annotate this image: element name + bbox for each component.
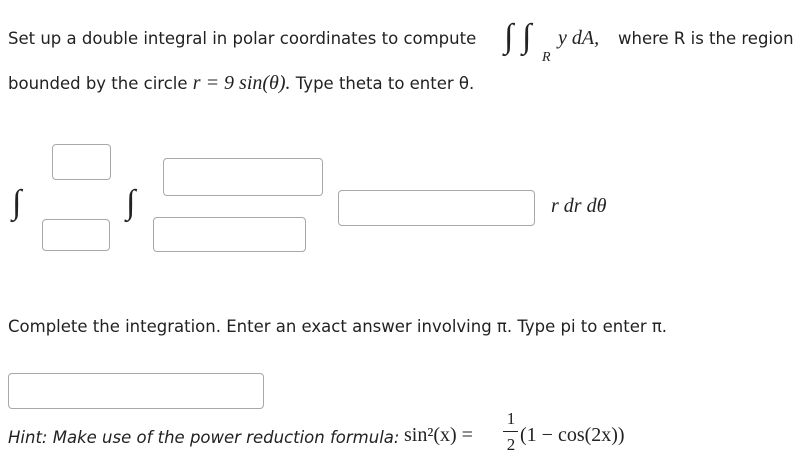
- part2-instruction: Complete the integration. Enter an exact…: [8, 317, 668, 336]
- double-integral-symbol-2: ∫: [522, 18, 532, 55]
- outer-integral-symbol: ∫: [12, 184, 22, 221]
- inner-lower-limit-input[interactable]: [153, 217, 306, 252]
- hint-fraction-bar: [503, 431, 518, 432]
- problem-text-line2-suffix: Type theta to enter θ.: [295, 74, 475, 93]
- problem-line-1: Set up a double integral in polar coordi…: [8, 28, 476, 50]
- hint-fraction-numerator: 1: [506, 409, 516, 428]
- hint-lhs: sin²(x) =: [404, 424, 473, 446]
- problem-line-2: bounded by the circle r = 9 sin(θ). Type…: [8, 72, 474, 95]
- double-integral-symbol-1: ∫: [504, 18, 514, 55]
- problem-text-line2: bounded by the circle: [8, 74, 188, 93]
- outer-upper-limit-input[interactable]: [52, 144, 111, 180]
- answer-input[interactable]: [8, 373, 264, 409]
- hint-text: Hint: Make use of the power reduction fo…: [8, 428, 400, 447]
- outer-lower-limit-input[interactable]: [42, 219, 110, 251]
- hint-rhs: (1 − cos(2x)): [520, 424, 625, 446]
- inner-integral-symbol: ∫: [126, 184, 136, 221]
- problem-text-prefix: Set up a double integral in polar coordi…: [8, 29, 477, 48]
- differential-label: r dr dθ: [551, 195, 607, 217]
- region-subscript: R: [542, 50, 551, 65]
- inner-upper-limit-input[interactable]: [163, 158, 323, 196]
- circle-equation: r = 9 sin(θ).: [192, 72, 291, 94]
- integrand-input[interactable]: [338, 190, 535, 226]
- hint-fraction-denominator: 2: [506, 435, 516, 454]
- problem-line-1-suffix: where R is the region: [618, 28, 794, 50]
- problem-text-suffix: where R is the region: [618, 29, 794, 48]
- integrand-label: y dA,: [558, 27, 600, 49]
